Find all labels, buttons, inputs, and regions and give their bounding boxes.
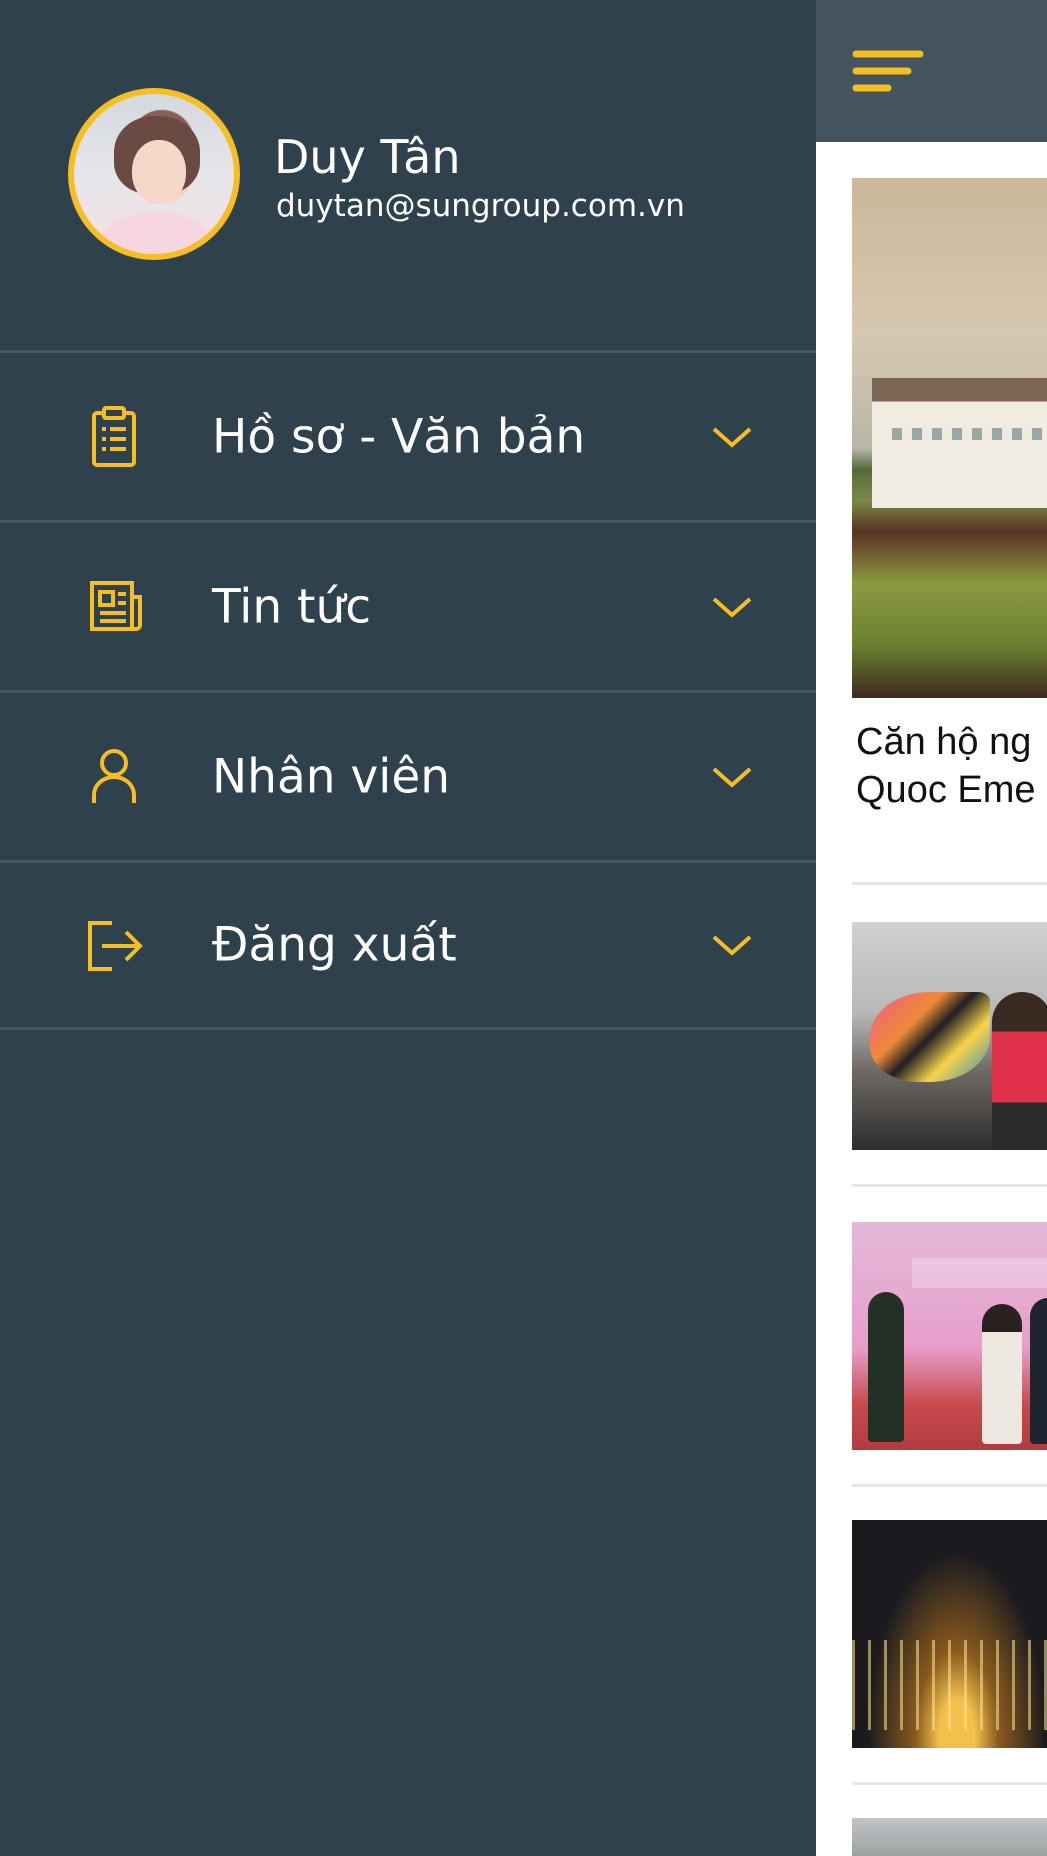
chevron-down-icon[interactable] [710,593,754,621]
news-image-villa[interactable] [852,178,1047,698]
news-divider [852,1484,1047,1487]
person-figure [868,1292,904,1442]
news-image-partial[interactable] [852,1818,1047,1856]
person-figure [1030,1298,1047,1444]
news-feed-panel: Căn hộ ng Quoc Eme [816,0,1047,1856]
menu-item-label: Đăng xuất [212,917,457,973]
news-title-line: Quoc Eme [856,769,1036,811]
drawer-menu: Hồ sơ - Văn bản Tin tức Nhân viên Đăng x… [0,350,816,1030]
news-image-festival[interactable] [852,922,1047,1150]
chevron-down-icon[interactable] [710,763,754,791]
avatar-face [132,140,186,204]
news-title-line: Căn hộ ng [856,721,1032,763]
person-figure [992,992,1047,1150]
news-divider [852,1782,1047,1785]
news-image-night-square[interactable] [852,1520,1047,1748]
backdrop-sign [912,1258,1047,1288]
menu-item-logout[interactable]: Đăng xuất [0,860,816,1030]
menu-item-label: Nhân viên [212,749,451,804]
menu-item-label: Tin tức [212,579,372,634]
person-figure [982,1304,1022,1444]
news-divider [852,1184,1047,1187]
menu-toggle-icon[interactable] [852,48,924,94]
butterfly-kite [870,992,990,1082]
user-email: duytan@sungroup.com.vn [276,188,685,224]
news-card-title[interactable]: Căn hộ ng Quoc Eme [856,718,1047,814]
menu-item-employees[interactable]: Nhân viên [0,690,816,860]
villa-shape [872,378,1047,508]
logout-icon [88,921,143,971]
user-name: Duy Tân [274,130,461,184]
clipboard-icon [92,405,136,467]
chevron-down-icon[interactable] [710,931,754,959]
person-icon [92,748,136,803]
menu-item-news[interactable]: Tin tức [0,520,816,690]
night-lights [852,1640,1047,1730]
app-header [816,0,1047,142]
avatar-shirt [100,212,212,254]
menu-item-label: Hồ sơ - Văn bản [212,409,586,464]
navigation-drawer: Duy Tân duytan@sungroup.com.vn Hồ sơ - V… [0,0,816,1856]
chevron-down-icon[interactable] [710,423,754,451]
news-image-ceremony[interactable] [852,1222,1047,1450]
menu-item-documents[interactable]: Hồ sơ - Văn bản [0,350,816,520]
user-avatar[interactable] [68,88,240,260]
newspaper-icon [90,580,142,631]
news-divider [852,882,1047,885]
